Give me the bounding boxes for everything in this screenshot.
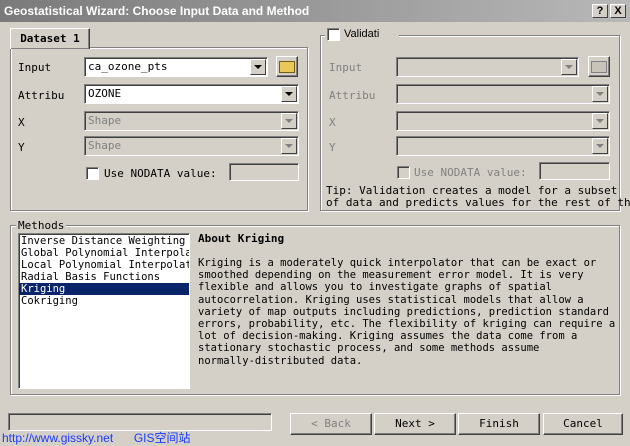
help-button[interactable]: ? <box>592 4 608 18</box>
validation-nodata-checkbox[interactable] <box>397 166 410 179</box>
y-field-dropdown[interactable]: Shape <box>84 136 299 156</box>
x-label: X <box>18 116 25 129</box>
method-item-idw[interactable]: Inverse Distance Weighting <box>19 235 189 247</box>
method-item-radial-basis[interactable]: Radial Basis Functions <box>19 271 189 283</box>
next-button[interactable]: Next > <box>374 413 456 435</box>
validation-x-label: X <box>329 116 336 129</box>
method-item-global-polynomial[interactable]: Global Polynomial Interpolat <box>19 247 189 259</box>
method-item-cokriging[interactable]: Cokriging <box>19 295 189 307</box>
about-line: Kriging is a moderately quick interpolat… <box>198 257 597 269</box>
validation-attribute-dropdown[interactable] <box>396 84 610 104</box>
input-label: Input <box>18 61 52 74</box>
input-dropdown-arrow[interactable] <box>250 59 266 75</box>
chevron-down-icon <box>596 144 604 148</box>
watermark-site: GIS空间站 <box>133 431 191 445</box>
method-item-kriging[interactable]: Kriging <box>19 283 189 295</box>
back-button[interactable]: < Back <box>290 413 372 435</box>
about-line: variety of map outputs including predict… <box>198 305 609 318</box>
chevron-down-icon <box>565 65 573 69</box>
about-line: flexible and allows you to investigate g… <box>198 281 553 294</box>
validation-nodata-field[interactable] <box>539 162 610 180</box>
attribute-dropdown-arrow[interactable] <box>281 86 297 102</box>
nodata-checkbox[interactable] <box>86 167 99 180</box>
validation-nodata-label: Use NODATA value: <box>414 166 527 179</box>
about-line: smoothed depending on the measurement er… <box>198 269 584 282</box>
about-description: Kriging is a moderately quick interpolat… <box>198 257 616 367</box>
validation-attribute-arrow[interactable] <box>592 86 608 102</box>
validation-y-label: Y <box>329 141 336 154</box>
validation-browse-button[interactable] <box>588 56 610 77</box>
validation-label: Validati <box>344 28 380 40</box>
methods-group-label: Methods <box>16 219 67 232</box>
chevron-down-icon <box>596 92 604 96</box>
folder-icon <box>591 60 607 73</box>
validation-input-dropdown[interactable] <box>396 57 579 77</box>
validation-x-arrow[interactable] <box>592 113 608 129</box>
chevron-down-icon <box>596 119 604 123</box>
methods-list[interactable]: Inverse Distance Weighting Global Polyno… <box>18 233 190 389</box>
validation-input-arrow[interactable] <box>561 59 577 75</box>
y-label: Y <box>18 141 25 154</box>
nodata-value-field[interactable] <box>229 163 299 181</box>
about-line: normally-distributed data. <box>198 354 363 367</box>
chevron-down-icon <box>285 92 293 96</box>
about-line: errors, probability, etc. The flexibilit… <box>198 318 616 331</box>
x-field-value: Shape <box>88 114 122 127</box>
close-button[interactable]: X <box>610 4 626 18</box>
input-value: ca_ozone_pts <box>88 60 168 73</box>
input-dropdown[interactable]: ca_ozone_pts <box>84 57 268 77</box>
nodata-label: Use NODATA value: <box>104 167 217 180</box>
folder-icon <box>279 60 295 73</box>
validation-checkbox[interactable] <box>327 28 340 41</box>
about-line: stationary stochastic process, and some … <box>198 342 540 355</box>
attribute-dropdown[interactable]: OZONE <box>84 84 299 104</box>
validation-attribute-label: Attribu <box>329 89 376 102</box>
chevron-down-icon <box>285 144 293 148</box>
chevron-down-icon <box>254 65 262 69</box>
attribute-value: OZONE <box>88 87 122 100</box>
watermark: http://www.gissky.net GIS空间站 <box>2 429 191 446</box>
title-bar: Geostatistical Wizard: Choose Input Data… <box>0 0 630 22</box>
method-item-local-polynomial[interactable]: Local Polynomial Interpolati <box>19 259 189 271</box>
window-title: Geostatistical Wizard: Choose Input Data… <box>4 4 310 18</box>
cancel-button[interactable]: Cancel <box>543 413 623 435</box>
browse-button[interactable] <box>276 56 298 77</box>
about-line: lot of decision-making. Kriging assumes … <box>198 330 578 343</box>
watermark-url: http://www.gissky.net <box>2 431 114 445</box>
validation-tip-line2: of data and predicts values for the rest… <box>326 196 630 209</box>
x-field-dropdown[interactable]: Shape <box>84 111 299 131</box>
attribute-label: Attribu <box>18 89 65 102</box>
y-field-value: Shape <box>88 139 122 152</box>
validation-y-arrow[interactable] <box>592 138 608 154</box>
chevron-down-icon <box>285 119 293 123</box>
validation-y-dropdown[interactable] <box>396 136 610 156</box>
finish-button[interactable]: Finish <box>458 413 540 435</box>
validation-input-label: Input <box>329 61 363 74</box>
about-title: About Kriging <box>198 232 285 245</box>
validation-x-dropdown[interactable] <box>396 111 610 131</box>
tab-dataset1[interactable]: Dataset 1 <box>10 28 90 49</box>
about-line: autocorrelation. Kriging uses statistica… <box>198 293 584 306</box>
x-dropdown-arrow[interactable] <box>281 113 297 129</box>
y-dropdown-arrow[interactable] <box>281 138 297 154</box>
